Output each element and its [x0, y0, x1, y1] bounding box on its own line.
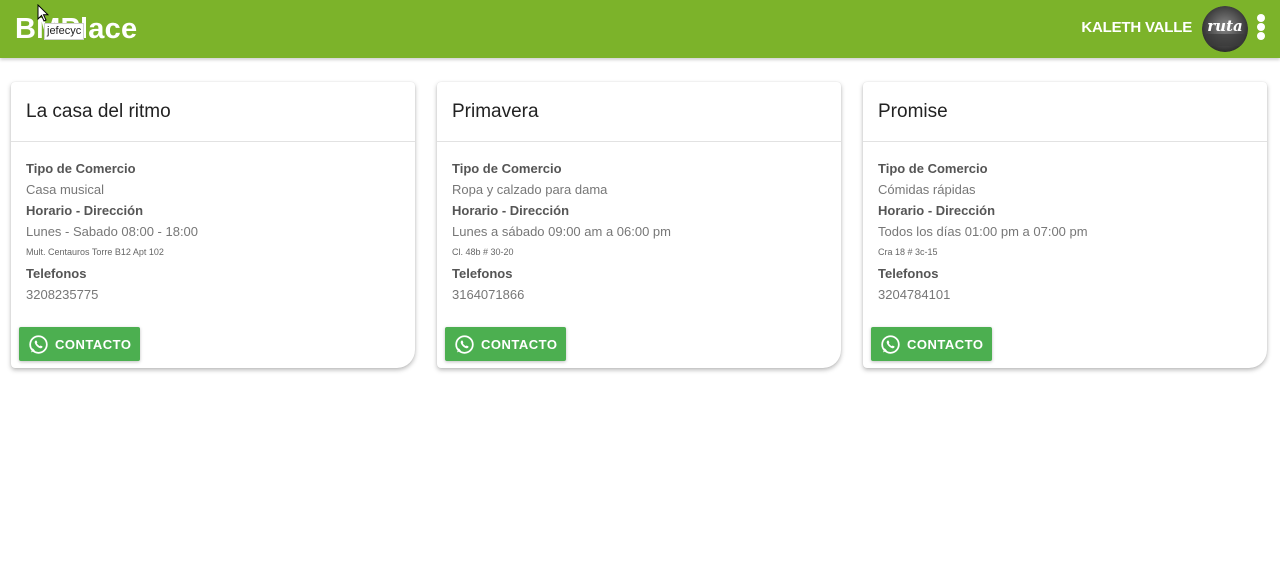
phone-value: 3208235775 — [26, 287, 99, 302]
contact-button[interactable]: CONTACTO — [871, 327, 992, 361]
phone-value: 3164071866 — [452, 287, 525, 302]
store-card: La casa del ritmo Tipo de Comercio Casa … — [11, 82, 415, 368]
store-details: Tipo de Comercio Ropa y calzado para dam… — [437, 142, 841, 305]
store-name: Promise — [863, 82, 1267, 142]
more-vert-icon[interactable] — [1254, 14, 1268, 44]
whatsapp-icon — [881, 334, 900, 354]
store-details: Tipo de Comercio Casa musical Horario - … — [11, 142, 415, 305]
type-label: Tipo de Comercio — [878, 161, 988, 176]
type-value: Casa musical — [26, 182, 105, 197]
schedule-value: Lunes - Sabado 08:00 - 18:00 — [26, 224, 199, 239]
schedule-label: Horario - Dirección — [878, 203, 996, 218]
contact-button[interactable]: CONTACTO — [445, 327, 566, 361]
store-card: Promise Tipo de Comercio Cómidas rápidas… — [863, 82, 1267, 368]
store-details: Tipo de Comercio Cómidas rápidas Horario… — [863, 142, 1267, 305]
address-value: Cra 18 # 3c-15 — [878, 247, 938, 257]
contact-button[interactable]: CONTACTO — [19, 327, 140, 361]
schedule-label: Horario - Dirección — [26, 203, 144, 218]
contact-label: CONTACTO — [55, 336, 132, 352]
schedule-value: Todos los días 01:00 pm a 07:00 pm — [878, 224, 1088, 239]
schedule-value: Lunes a sábado 09:00 am a 06:00 pm — [452, 224, 671, 239]
phones-label: Telefonos — [878, 266, 939, 281]
whatsapp-icon — [455, 334, 474, 354]
avatar-logo-icon: ruta — [1202, 6, 1248, 52]
svg-text:ruta: ruta — [1207, 17, 1242, 35]
user-name[interactable]: KALETH VALLE — [1081, 18, 1192, 38]
contact-label: CONTACTO — [907, 336, 984, 352]
address-value: Cl. 48b # 30-20 — [452, 247, 514, 257]
avatar[interactable]: ruta — [1202, 6, 1248, 52]
contact-label: CONTACTO — [481, 336, 558, 352]
address-value: Mult. Centauros Torre B12 Apt 102 — [26, 247, 164, 257]
schedule-label: Horario - Dirección — [452, 203, 570, 218]
mouse-pointer-icon — [37, 4, 49, 22]
top-app-bar: BMPlace jefecyc KALETH VALLE ruta — [0, 0, 1280, 58]
type-value: Ropa y calzado para dama — [452, 182, 608, 197]
type-value: Cómidas rápidas — [878, 182, 976, 197]
phones-label: Telefonos — [452, 266, 513, 281]
store-card: Primavera Tipo de Comercio Ropa y calzad… — [437, 82, 841, 368]
whatsapp-icon — [29, 334, 48, 354]
type-label: Tipo de Comercio — [452, 161, 562, 176]
type-label: Tipo de Comercio — [26, 161, 136, 176]
store-name: Primavera — [437, 82, 841, 142]
phones-label: Telefonos — [26, 266, 87, 281]
phone-value: 3204784101 — [878, 287, 951, 302]
tooltip: jefecyc — [44, 23, 85, 40]
store-name: La casa del ritmo — [11, 82, 415, 142]
